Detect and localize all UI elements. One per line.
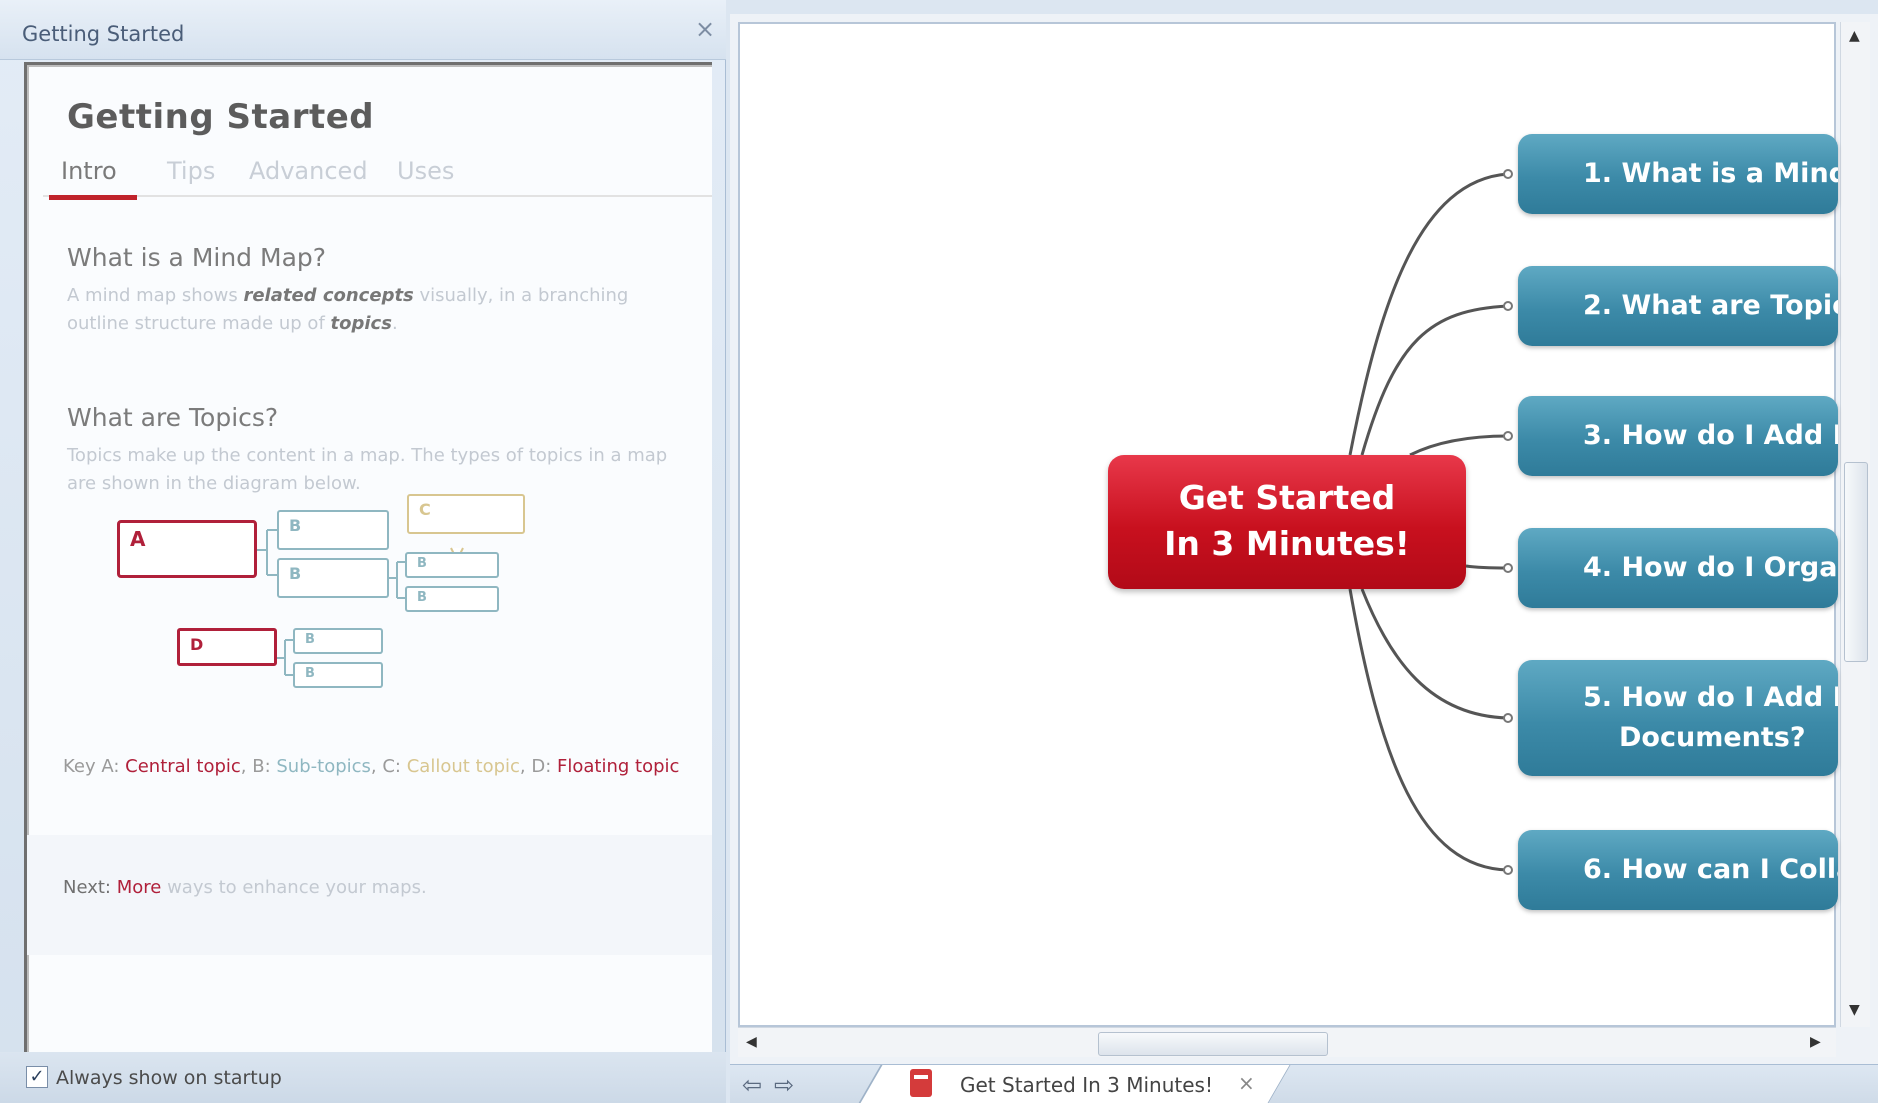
page-title: Getting Started bbox=[67, 97, 375, 137]
key-text: , D: bbox=[519, 756, 558, 777]
key-text: Key A: bbox=[63, 756, 126, 777]
branch-connector bbox=[1503, 563, 1513, 573]
subtopic-3[interactable]: 3. How do I Add N bbox=[1518, 396, 1838, 476]
panel-title: Getting Started bbox=[22, 22, 185, 46]
scroll-right-icon[interactable]: ▶ bbox=[1810, 1034, 1821, 1050]
panel-titlebar: Getting Started × bbox=[0, 0, 726, 60]
branch-connector bbox=[1503, 713, 1513, 723]
tab-intro[interactable]: Intro bbox=[61, 157, 117, 185]
key-text: , C: bbox=[370, 756, 407, 777]
section-what-is-mind-map: What is a Mind Map? A mind map shows rel… bbox=[67, 243, 687, 338]
subtopic-2[interactable]: 2. What are Topics bbox=[1518, 266, 1838, 346]
tab-uses[interactable]: Uses bbox=[397, 157, 454, 185]
diagram-subtopic: B bbox=[405, 552, 499, 578]
document-tabbar: ⇦ ⇨ Get Started In 3 Minutes! × bbox=[730, 1064, 1878, 1103]
emphasis-text: topics bbox=[330, 313, 392, 334]
subtopic-5-line1: 5. How do I Add In bbox=[1583, 682, 1838, 713]
key-floating: Floating topic bbox=[557, 756, 680, 777]
diagram-label: D bbox=[190, 635, 204, 654]
diagram-subtopic: B bbox=[293, 628, 383, 654]
tab-tips[interactable]: Tips bbox=[167, 157, 215, 185]
central-topic[interactable]: Get Started In 3 Minutes! bbox=[1108, 455, 1466, 589]
subtopic-1[interactable]: 1. What is a Mind M bbox=[1518, 134, 1838, 214]
section-heading: What is a Mind Map? bbox=[67, 243, 327, 272]
horizontal-scroll-thumb[interactable] bbox=[1098, 1032, 1328, 1056]
scroll-up-icon[interactable]: ▲ bbox=[1849, 28, 1860, 44]
diagram-label: B bbox=[305, 666, 315, 681]
subtopic-5[interactable]: 5. How do I Add In Documents? bbox=[1518, 660, 1838, 776]
diagram-callout-topic: C bbox=[407, 494, 525, 534]
section-heading: What are Topics? bbox=[67, 403, 279, 432]
diagram-central-topic: A bbox=[117, 520, 257, 578]
next-label: Next: bbox=[63, 877, 117, 898]
content-frame: Getting Started Intro Tips Advanced Uses… bbox=[24, 62, 712, 1052]
central-topic-line2: In 3 Minutes! bbox=[1164, 524, 1410, 563]
diagram-subtopic: B bbox=[277, 558, 389, 598]
diagram-label: B bbox=[289, 564, 302, 583]
back-arrow-icon[interactable]: ⇦ bbox=[742, 1071, 762, 1099]
next-area: Next: More ways to enhance your maps. bbox=[27, 835, 712, 955]
diagram-label: B bbox=[417, 590, 427, 605]
diagram-label: B bbox=[417, 556, 427, 571]
forward-arrow-icon[interactable]: ⇨ bbox=[774, 1071, 794, 1099]
key-callout: Callout topic bbox=[406, 756, 520, 777]
diagram-label: A bbox=[130, 527, 146, 551]
mindmap-document-icon bbox=[910, 1069, 932, 1097]
key-text: , B: bbox=[240, 756, 277, 777]
startup-checkbox[interactable]: ✓ bbox=[26, 1066, 48, 1088]
branch-connector bbox=[1503, 301, 1513, 311]
scroll-left-icon[interactable]: ◀ bbox=[746, 1034, 757, 1050]
branch-connector bbox=[1503, 431, 1513, 441]
active-tab-indicator bbox=[49, 195, 137, 200]
central-topic-line1: Get Started bbox=[1178, 478, 1396, 517]
diagram-subtopic: B bbox=[277, 510, 389, 550]
section-body: A mind map shows related concepts visual… bbox=[67, 282, 687, 338]
topic-types-diagram: A B B B B C D B B bbox=[67, 494, 627, 720]
diagram-label: C bbox=[419, 500, 431, 519]
horizontal-scrollbar[interactable]: ◀ ▶ bbox=[738, 1027, 1836, 1057]
diagram-label: B bbox=[305, 632, 315, 647]
close-icon[interactable]: × bbox=[692, 16, 718, 42]
diagram-label: B bbox=[289, 516, 302, 535]
vertical-scroll-thumb[interactable] bbox=[1844, 462, 1868, 662]
document-tab-label[interactable]: Get Started In 3 Minutes! bbox=[960, 1073, 1213, 1097]
next-text: ways to enhance your maps. bbox=[161, 877, 427, 898]
startup-checkbox-label[interactable]: Always show on startup bbox=[56, 1067, 282, 1089]
key-central: Central topic bbox=[125, 756, 241, 777]
subtopic-6[interactable]: 6. How can I Colla bbox=[1518, 830, 1838, 910]
getting-started-panel: Getting Started × Getting Started Intro … bbox=[0, 0, 726, 1103]
section-what-are-topics: What are Topics? Topics make up the cont… bbox=[67, 403, 687, 498]
panel-footer: ✓ Always show on startup bbox=[0, 1052, 726, 1103]
key-sub: Sub-topics bbox=[276, 756, 371, 777]
emphasis-text: related concepts bbox=[243, 285, 414, 306]
branch-connector bbox=[1503, 865, 1513, 875]
diagram-floating-topic: D bbox=[177, 628, 277, 666]
branch-connector bbox=[1503, 169, 1513, 179]
next-line: Next: More ways to enhance your maps. bbox=[63, 877, 427, 898]
subtopic-5-line2: Documents? bbox=[1619, 722, 1806, 753]
close-tab-icon[interactable]: × bbox=[1238, 1071, 1255, 1095]
vertical-scrollbar[interactable]: ▲ ▼ bbox=[1840, 22, 1870, 1027]
tab-advanced[interactable]: Advanced bbox=[249, 157, 368, 185]
subtopic-4[interactable]: 4. How do I Organ bbox=[1518, 528, 1838, 608]
diagram-subtopic: B bbox=[405, 586, 499, 612]
diagram-key: Key A: Central topic, B: Sub-topics, C: … bbox=[63, 753, 683, 781]
diagram-subtopic: B bbox=[293, 662, 383, 688]
body-text: A mind map shows bbox=[67, 285, 244, 306]
section-body: Topics make up the content in a map. The… bbox=[67, 445, 668, 494]
scroll-down-icon[interactable]: ▼ bbox=[1849, 1002, 1860, 1018]
more-link[interactable]: More bbox=[117, 877, 162, 898]
content-inner: Getting Started Intro Tips Advanced Uses… bbox=[27, 65, 712, 1055]
tab-strip: Intro Tips Advanced Uses bbox=[43, 147, 712, 197]
body-text: . bbox=[391, 313, 398, 334]
